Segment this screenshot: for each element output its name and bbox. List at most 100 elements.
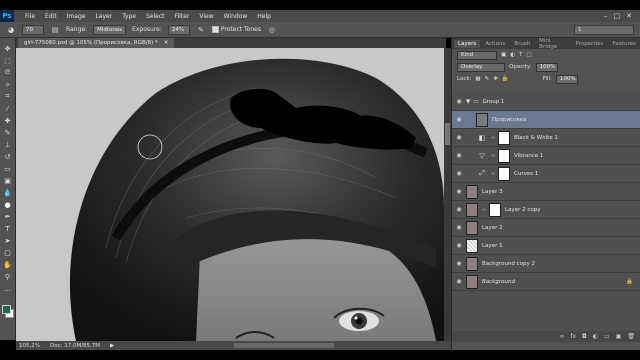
layer-row[interactable]: ◉ ▽ ∞ Vibrance 1 xyxy=(452,147,640,165)
layer-row[interactable]: ◉ ⤢ ∞ Curves 1 xyxy=(452,165,640,183)
filter-type-icon[interactable]: T xyxy=(519,52,522,58)
layer-row[interactable]: ◉ ◧ ∞ Black & White 1 xyxy=(452,129,640,147)
tab-mini-bridge[interactable]: Mini Bridge xyxy=(535,37,570,51)
horizontal-scrollbar[interactable] xyxy=(234,343,335,348)
delete-layer-icon[interactable]: 🗑 xyxy=(627,333,635,340)
kind-filter-select[interactable]: Kind xyxy=(457,50,497,60)
visibility-eye-icon[interactable]: ◉ xyxy=(452,206,466,213)
path-select-tool-icon[interactable]: ➤ xyxy=(3,236,13,245)
status-menu-icon[interactable]: ▶ xyxy=(110,343,114,349)
menu-edit[interactable]: Edit xyxy=(40,13,62,20)
link-layers-icon[interactable]: ∞ xyxy=(559,333,564,340)
workspace-select[interactable]: 1 xyxy=(574,24,634,35)
add-mask-icon[interactable]: ◘ xyxy=(582,333,587,340)
stamp-tool-icon[interactable]: ⊥ xyxy=(3,140,13,149)
tab-features[interactable]: Features xyxy=(608,40,640,48)
layer-row[interactable]: ◉ Layer 2 xyxy=(452,219,640,237)
menu-type[interactable]: Type xyxy=(117,13,141,20)
layer-row[interactable]: ◉ Layer 3 xyxy=(452,183,640,201)
layer-row[interactable]: ◉ ∞ Layer 2 copy xyxy=(452,201,640,219)
eraser-tool-icon[interactable]: ▭ xyxy=(3,164,13,173)
dodge-tool-icon[interactable]: ◕ xyxy=(6,25,16,34)
lasso-tool-icon[interactable]: ᘓ xyxy=(3,68,13,77)
fill-field[interactable]: 100% xyxy=(555,74,578,84)
gradient-tool-icon[interactable]: ▣ xyxy=(3,176,13,185)
scrollbar-thumb[interactable] xyxy=(445,123,450,145)
filter-shape-icon[interactable]: ▢ xyxy=(526,52,531,58)
dodge-tool-icon[interactable]: ● xyxy=(3,200,13,209)
brush-tool-icon[interactable]: ✎ xyxy=(3,128,13,137)
lock-all-icon[interactable]: 🔒 xyxy=(502,76,509,82)
lock-pixels-icon[interactable]: ▦ xyxy=(475,76,480,82)
tab-properties[interactable]: Properties xyxy=(572,40,608,48)
hand-tool-icon[interactable]: ✋ xyxy=(3,260,13,269)
layer-row[interactable]: ◉ Прорисовка xyxy=(452,111,640,129)
close-button[interactable]: ✕ xyxy=(626,12,632,20)
layer-row[interactable]: ◉ Background copy 2 xyxy=(452,255,640,273)
minimize-button[interactable]: – xyxy=(604,12,608,20)
visibility-eye-icon[interactable]: ◉ xyxy=(452,224,466,231)
healing-tool-icon[interactable]: ✚ xyxy=(3,116,13,125)
layer-row[interactable]: ◉ ▼ ▭ Group 1 xyxy=(452,93,640,111)
menu-help[interactable]: Help xyxy=(252,13,276,20)
type-tool-icon[interactable]: T xyxy=(3,224,13,233)
menu-window[interactable]: Window xyxy=(219,13,253,20)
visibility-eye-icon[interactable]: ◉ xyxy=(452,116,466,123)
airbrush-icon[interactable]: ✎ xyxy=(196,25,206,34)
eyedropper-tool-icon[interactable]: ⁄ xyxy=(3,104,13,113)
more-tools-icon[interactable]: … xyxy=(3,284,13,293)
menu-view[interactable]: View xyxy=(194,13,218,20)
new-layer-icon[interactable]: ▣ xyxy=(616,333,622,340)
visibility-eye-icon[interactable]: ◉ xyxy=(452,260,466,267)
blur-tool-icon[interactable]: 💧 xyxy=(3,188,13,197)
visibility-eye-icon[interactable]: ◉ xyxy=(452,170,466,177)
move-tool-icon[interactable]: ✥ xyxy=(3,44,13,53)
new-group-icon[interactable]: ▭ xyxy=(604,333,610,340)
tab-brush[interactable]: Brush xyxy=(510,40,534,48)
visibility-eye-icon[interactable]: ◉ xyxy=(452,98,466,105)
filter-pixel-icon[interactable]: ▣ xyxy=(501,52,506,58)
menu-image[interactable]: Image xyxy=(62,13,91,20)
zoom-level[interactable]: 105,2% xyxy=(19,343,40,349)
blend-mode-select[interactable]: Overlay xyxy=(457,62,505,72)
pressure-icon[interactable]: ◎ xyxy=(267,25,277,34)
visibility-eye-icon[interactable]: ◉ xyxy=(452,188,466,195)
image-canvas[interactable] xyxy=(16,48,444,341)
menu-filter[interactable]: Filter xyxy=(170,13,195,20)
layer-row[interactable]: ◉ Background 🔒 xyxy=(452,273,640,291)
adjustment-layer-icon[interactable]: ◐ xyxy=(593,333,598,340)
quick-select-tool-icon[interactable]: ✧ xyxy=(3,80,13,89)
exposure-field[interactable]: 24% xyxy=(167,24,190,35)
tab-layers[interactable]: Layers xyxy=(454,39,481,48)
menu-layer[interactable]: Layer xyxy=(90,13,117,20)
close-tab-icon[interactable]: ✕ xyxy=(164,40,169,46)
visibility-eye-icon[interactable]: ◉ xyxy=(452,152,466,159)
filter-adjust-icon[interactable]: ◐ xyxy=(510,52,515,58)
visibility-eye-icon[interactable]: ◉ xyxy=(452,134,466,141)
protect-tones-checkbox[interactable]: Protect Tones xyxy=(211,26,261,33)
zoom-tool-icon[interactable]: ⚲ xyxy=(3,272,13,281)
brush-panel-icon[interactable]: ▤ xyxy=(50,25,60,34)
tab-actions[interactable]: Actions xyxy=(481,40,509,48)
expand-triangle-icon[interactable]: ▼ xyxy=(466,99,470,105)
shape-tool-icon[interactable]: ▢ xyxy=(3,248,13,257)
document-tab[interactable]: girl-775060.psd @ 105% (Прорисовка, RGB/… xyxy=(18,38,175,48)
fx-icon[interactable]: fx xyxy=(570,333,576,340)
pen-tool-icon[interactable]: ✒ xyxy=(3,212,13,221)
lock-paint-icon[interactable]: ✎ xyxy=(485,76,490,82)
history-brush-icon[interactable]: ↺ xyxy=(3,152,13,161)
range-select[interactable]: Midtones xyxy=(93,24,127,35)
lock-move-icon[interactable]: ✥ xyxy=(493,76,498,82)
brush-size-field[interactable]: 70 xyxy=(22,24,44,35)
menu-select[interactable]: Select xyxy=(141,13,170,20)
menu-file[interactable]: File xyxy=(20,13,40,20)
opacity-field[interactable]: 100% xyxy=(535,62,558,72)
canvas-vertical-scrollbar[interactable] xyxy=(444,48,451,341)
visibility-eye-icon[interactable]: ◉ xyxy=(452,242,466,249)
layer-row[interactable]: ◉ Layer 1 xyxy=(452,237,640,255)
marquee-tool-icon[interactable]: ⬚ xyxy=(3,56,13,65)
crop-tool-icon[interactable]: ⌗ xyxy=(3,92,13,101)
foreground-color-swatch[interactable] xyxy=(2,305,11,314)
maximize-button[interactable]: □ xyxy=(614,12,621,20)
visibility-eye-icon[interactable]: ◉ xyxy=(452,278,466,285)
